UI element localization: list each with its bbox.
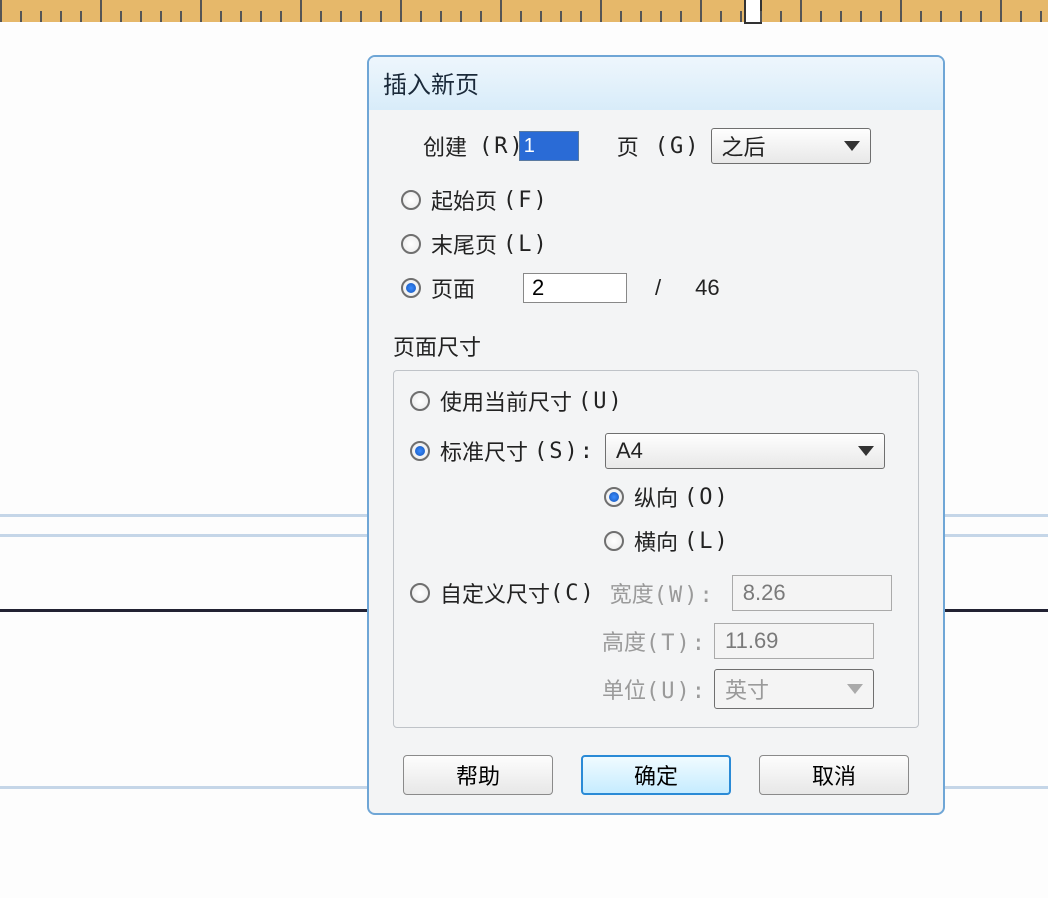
page-size-legend: 页面尺寸: [393, 330, 919, 362]
chevron-down-icon: [844, 141, 860, 151]
pages-label: 页: [617, 130, 639, 162]
chevron-down-icon: [858, 446, 874, 456]
use-current-key: (U): [578, 389, 624, 414]
page-sep: /: [655, 275, 661, 301]
pages-key: (G): [655, 134, 701, 159]
use-current-label: 使用当前尺寸: [440, 385, 572, 417]
position-select[interactable]: 之后: [711, 128, 871, 164]
create-label: 创建: [423, 130, 467, 162]
radio-last-key: (L): [503, 232, 549, 257]
radio-last-page-label: 末尾页: [431, 228, 497, 260]
landscape-key: (L): [684, 529, 730, 554]
landscape-label: 横向: [634, 525, 678, 557]
portrait-label: 纵向: [634, 481, 678, 513]
portrait-key: (O): [684, 485, 730, 510]
unit-value: 英寸: [725, 673, 769, 705]
radio-first-key: (F): [503, 188, 549, 213]
horizontal-ruler: [0, 0, 1048, 22]
standard-label: 标准尺寸: [440, 435, 528, 467]
radio-use-current-size[interactable]: 使用当前尺寸 (U): [410, 385, 624, 417]
height-label: 高度: [602, 630, 646, 655]
page-total: 46: [695, 275, 719, 301]
width-key: (W):: [654, 583, 715, 608]
ok-button[interactable]: 确定: [581, 755, 731, 795]
custom-label: 自定义尺寸: [440, 577, 550, 609]
radio-standard-size[interactable]: 标准尺寸 (S):: [410, 435, 595, 467]
cancel-button[interactable]: 取消: [759, 755, 909, 795]
height-input: [714, 623, 874, 659]
radio-portrait[interactable]: 纵向 (O): [604, 481, 730, 513]
help-button[interactable]: 帮助: [403, 755, 553, 795]
width-label: 宽度: [610, 582, 654, 607]
radio-first-page[interactable]: 起始页 (F): [401, 184, 549, 216]
radio-last-page[interactable]: 末尾页 (L): [401, 228, 549, 260]
position-value: 之后: [722, 130, 766, 162]
width-input: [732, 575, 892, 611]
unit-label: 单位: [602, 678, 646, 703]
create-count-input[interactable]: [519, 131, 579, 161]
radio-landscape[interactable]: 横向 (L): [604, 525, 730, 557]
unit-select: 英寸: [714, 669, 874, 709]
standard-key: (S):: [534, 439, 595, 464]
page-number-input[interactable]: [523, 273, 627, 303]
radio-first-page-label: 起始页: [431, 184, 497, 216]
standard-size-select[interactable]: A4: [605, 433, 885, 469]
height-key: (T):: [646, 631, 707, 656]
dialog-title: 插入新页: [369, 57, 943, 110]
unit-key: (U):: [646, 679, 707, 704]
standard-size-value: A4: [616, 438, 643, 464]
chevron-down-icon: [847, 684, 863, 694]
radio-page-label: 页面: [431, 272, 475, 304]
radio-custom-size[interactable]: 自定义尺寸(C): [410, 577, 596, 609]
insert-new-page-dialog: 插入新页 创建(R) 页(G) 之后 起始页 (F) 末尾页: [367, 55, 945, 815]
page-size-group: 使用当前尺寸 (U) 标准尺寸 (S): A4: [393, 370, 919, 728]
radio-page[interactable]: 页面: [401, 272, 475, 304]
custom-key: (C): [550, 581, 596, 606]
